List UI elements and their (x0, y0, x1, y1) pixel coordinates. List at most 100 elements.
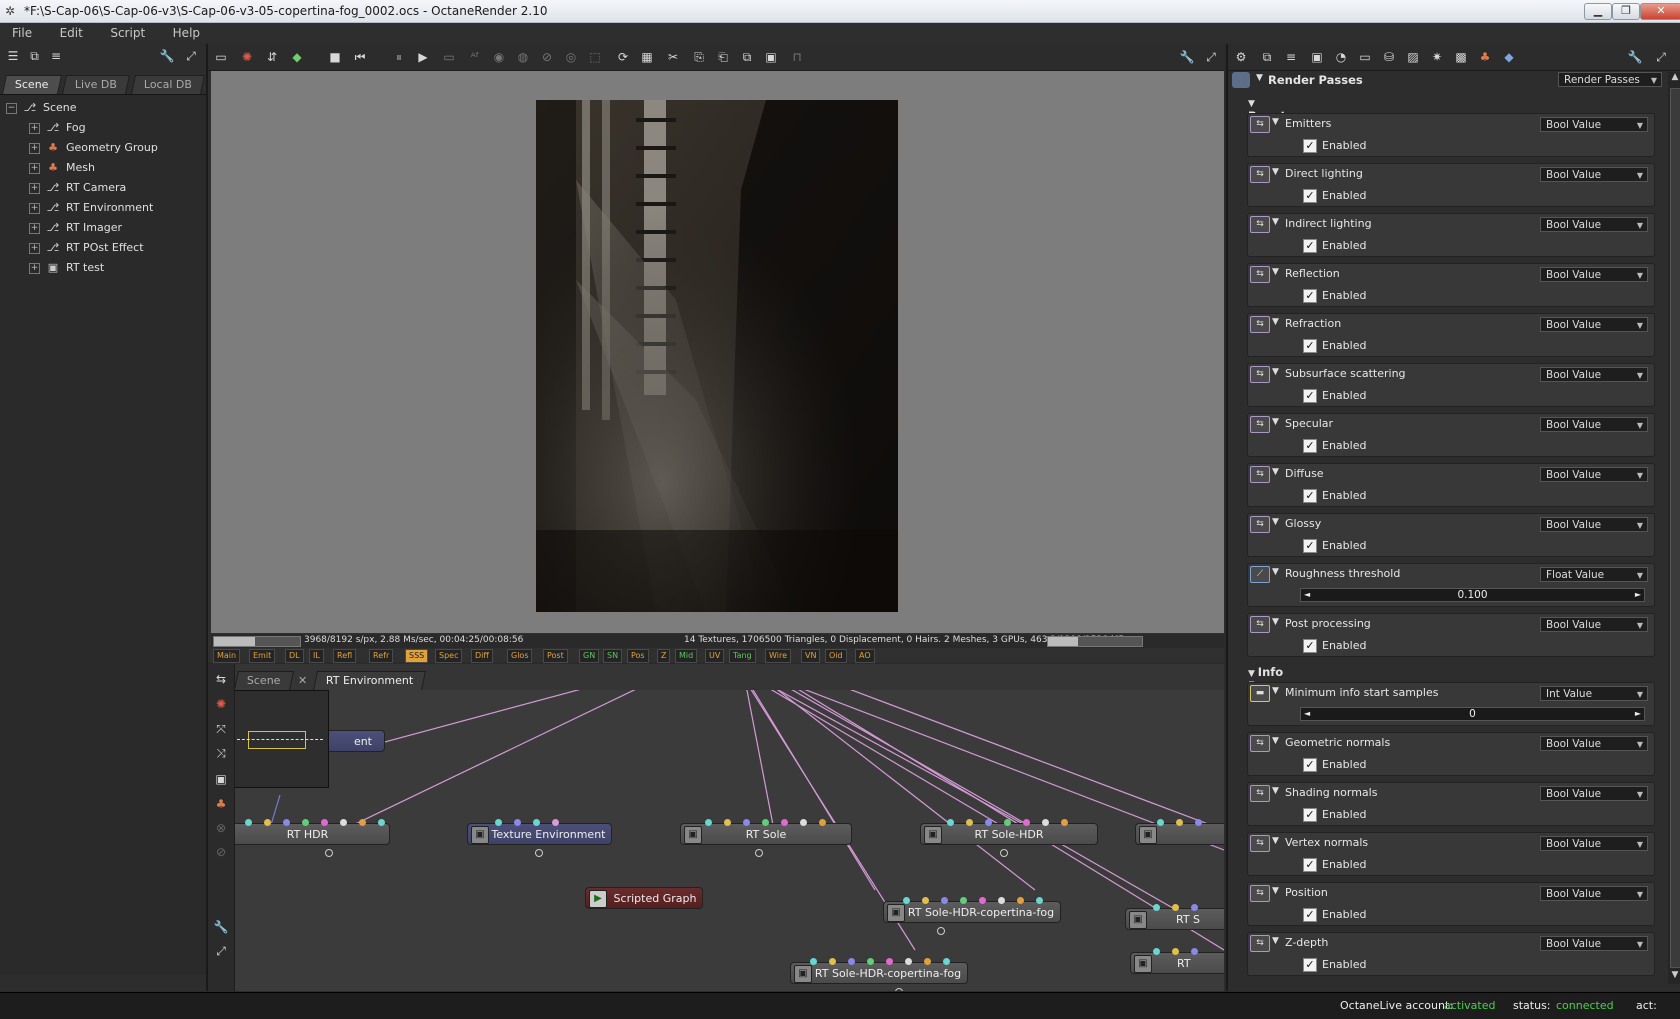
expand-icon[interactable]: + (29, 182, 40, 194)
enabled-checkbox[interactable]: ✓ (1303, 239, 1317, 253)
stack-icon[interactable]: ⧉ (1258, 48, 1276, 66)
maximize-icon[interactable]: ⤢ (1652, 48, 1670, 66)
enabled-checkbox[interactable]: ✓ (1303, 639, 1317, 653)
collapse-arrow-icon[interactable]: ▼ (1272, 936, 1279, 946)
input-pin[interactable] (1017, 897, 1024, 904)
arrange-icon[interactable]: ⇆ (212, 670, 230, 688)
pass-button-spec[interactable]: Spec (435, 649, 463, 663)
brush-icon[interactable]: ⊘ (212, 843, 230, 861)
mesh-icon[interactable]: ♣ (212, 795, 230, 813)
tab-live-db[interactable]: Live DB (62, 75, 131, 94)
pass-type-dropdown[interactable]: Bool Value ▼ (1540, 167, 1648, 182)
pass-type-dropdown[interactable]: Bool Value ▼ (1540, 467, 1648, 482)
expand-icon[interactable]: + (29, 162, 40, 174)
expand-nodes-icon[interactable]: ⤧ (212, 720, 230, 738)
bool-node-icon[interactable]: ⇆ (1250, 735, 1270, 752)
af-icon[interactable]: ᴬᶠ (466, 48, 484, 66)
pass-button-uv[interactable]: UV (705, 649, 725, 663)
collapse-arrow-icon[interactable]: ▼ (1272, 886, 1279, 896)
maximize-icon[interactable]: ⤢ (212, 942, 230, 960)
input-pin[interactable] (552, 819, 559, 826)
bool-node-icon[interactable]: ⇆ (1250, 116, 1270, 133)
database-icon[interactable]: ⛁ (1380, 48, 1398, 66)
maximize-icon[interactable]: ⤢ (1202, 48, 1220, 66)
close-button[interactable]: ✕ (1640, 3, 1680, 20)
pass-type-dropdown[interactable]: Bool Value ▼ (1540, 936, 1648, 951)
stop-icon[interactable]: ■ (326, 48, 344, 66)
minimap-viewport[interactable] (248, 731, 306, 749)
bool-node-icon[interactable]: ⇆ (1250, 166, 1270, 183)
input-pin[interactable] (1023, 819, 1030, 826)
monitor-icon[interactable]: ▭ (1356, 48, 1374, 66)
render-icon[interactable]: ✺ (212, 695, 230, 713)
enabled-checkbox[interactable]: ✓ (1303, 539, 1317, 553)
output-pin[interactable] (937, 927, 945, 935)
graph-node-rt-sole-hdr[interactable]: ▣ RT Sole-HDR (920, 823, 1098, 845)
enabled-checkbox[interactable]: ✓ (1303, 758, 1317, 772)
input-pin[interactable] (924, 958, 931, 965)
collapse-arrow-icon[interactable]: ▼ (1272, 267, 1279, 277)
input-pin[interactable] (848, 958, 855, 965)
tree-item-geometry-group[interactable]: + ♣ Geometry Group (29, 138, 158, 158)
input-pin[interactable] (283, 819, 290, 826)
enabled-checkbox[interactable]: ✓ (1303, 958, 1317, 972)
pass-button-emit[interactable]: Emit (249, 649, 276, 663)
input-pin[interactable] (762, 819, 769, 826)
output-pin[interactable] (535, 849, 543, 857)
graph-navigator-minimap[interactable] (235, 690, 329, 788)
list-view-icon[interactable]: ☰ (4, 47, 22, 65)
mesh-icon[interactable]: ♣ (1476, 48, 1494, 66)
collapse-nodes-icon[interactable]: ⤨ (212, 744, 230, 762)
output-pin[interactable] (755, 849, 763, 857)
refresh-icon[interactable]: ⟳ (614, 48, 632, 66)
enabled-checkbox[interactable]: ✓ (1303, 439, 1317, 453)
tab-local-db[interactable]: Local DB (130, 75, 205, 94)
collapse-icon[interactable]: ≡ (1282, 48, 1300, 66)
input-pin[interactable] (800, 819, 807, 826)
pass-value-slider[interactable]: ◄ 0.100 ► (1300, 588, 1645, 602)
input-pin[interactable] (321, 819, 328, 826)
white-balance-icon[interactable]: ◎ (562, 48, 580, 66)
focus-picker-icon[interactable]: ⊘ (538, 48, 556, 66)
inspector-scrollbar[interactable]: ▲ ▼ (1668, 72, 1680, 984)
increment-arrow-icon[interactable]: ► (1635, 589, 1641, 601)
collapse-arrow-icon[interactable]: ▼ (1272, 686, 1279, 696)
pass-button-sss[interactable]: SSS (405, 649, 429, 663)
pass-button-glos[interactable]: Glos (507, 649, 533, 663)
tree-item-rt-camera[interactable]: + ⎇ RT Camera (29, 178, 126, 198)
paste-icon[interactable]: ⎗ (714, 48, 732, 66)
pass-button-vn[interactable]: VN (801, 649, 821, 663)
input-pin[interactable] (1172, 948, 1179, 955)
pass-button-ao[interactable]: AO (855, 649, 875, 663)
graph-tab-scene[interactable]: Scene (233, 671, 294, 690)
input-pin[interactable] (302, 819, 309, 826)
tree-item-mesh[interactable]: + ♣ Mesh (29, 158, 95, 178)
input-pin[interactable] (1061, 819, 1068, 826)
menu-help[interactable]: Help (161, 23, 212, 40)
pass-button-refl[interactable]: Refl (333, 649, 357, 663)
texture-icon[interactable]: ▩ (1452, 48, 1470, 66)
output-pin[interactable] (325, 849, 333, 857)
menu-edit[interactable]: Edit (48, 23, 95, 40)
bool-node-icon[interactable]: ⇆ (1250, 516, 1270, 533)
graph-tab-rt-environment[interactable]: RT Environment (312, 671, 427, 690)
graph-node-rt-hdr[interactable]: RT HDR (235, 823, 390, 845)
color-picker-icon[interactable]: ◉ (490, 48, 508, 66)
scene-icon[interactable]: ⇵ (263, 48, 281, 66)
settings-icon[interactable]: ⚙ (1232, 48, 1250, 66)
bool-node-icon[interactable]: ⇆ (1250, 785, 1270, 802)
scrollbar-thumb[interactable] (1670, 88, 1680, 968)
input-pin[interactable] (514, 819, 521, 826)
pass-button-post[interactable]: Post (543, 649, 568, 663)
bool-node-icon[interactable]: ⇆ (1250, 885, 1270, 902)
graph-node-rt-s[interactable]: ▣ RT S (1125, 908, 1224, 930)
input-pin[interactable] (705, 819, 712, 826)
maximize-button[interactable]: ❐ (1612, 3, 1640, 20)
tab-scene[interactable]: Scene (1, 75, 62, 94)
tree-item-rt-environment[interactable]: + ⎇ RT Environment (29, 198, 153, 218)
expand-icon[interactable]: + (29, 242, 40, 254)
stack-icon[interactable]: ⧉ (26, 47, 44, 65)
expand-icon[interactable]: + (29, 262, 40, 274)
pass-type-dropdown[interactable]: Bool Value ▼ (1540, 417, 1648, 432)
enabled-checkbox[interactable]: ✓ (1303, 858, 1317, 872)
